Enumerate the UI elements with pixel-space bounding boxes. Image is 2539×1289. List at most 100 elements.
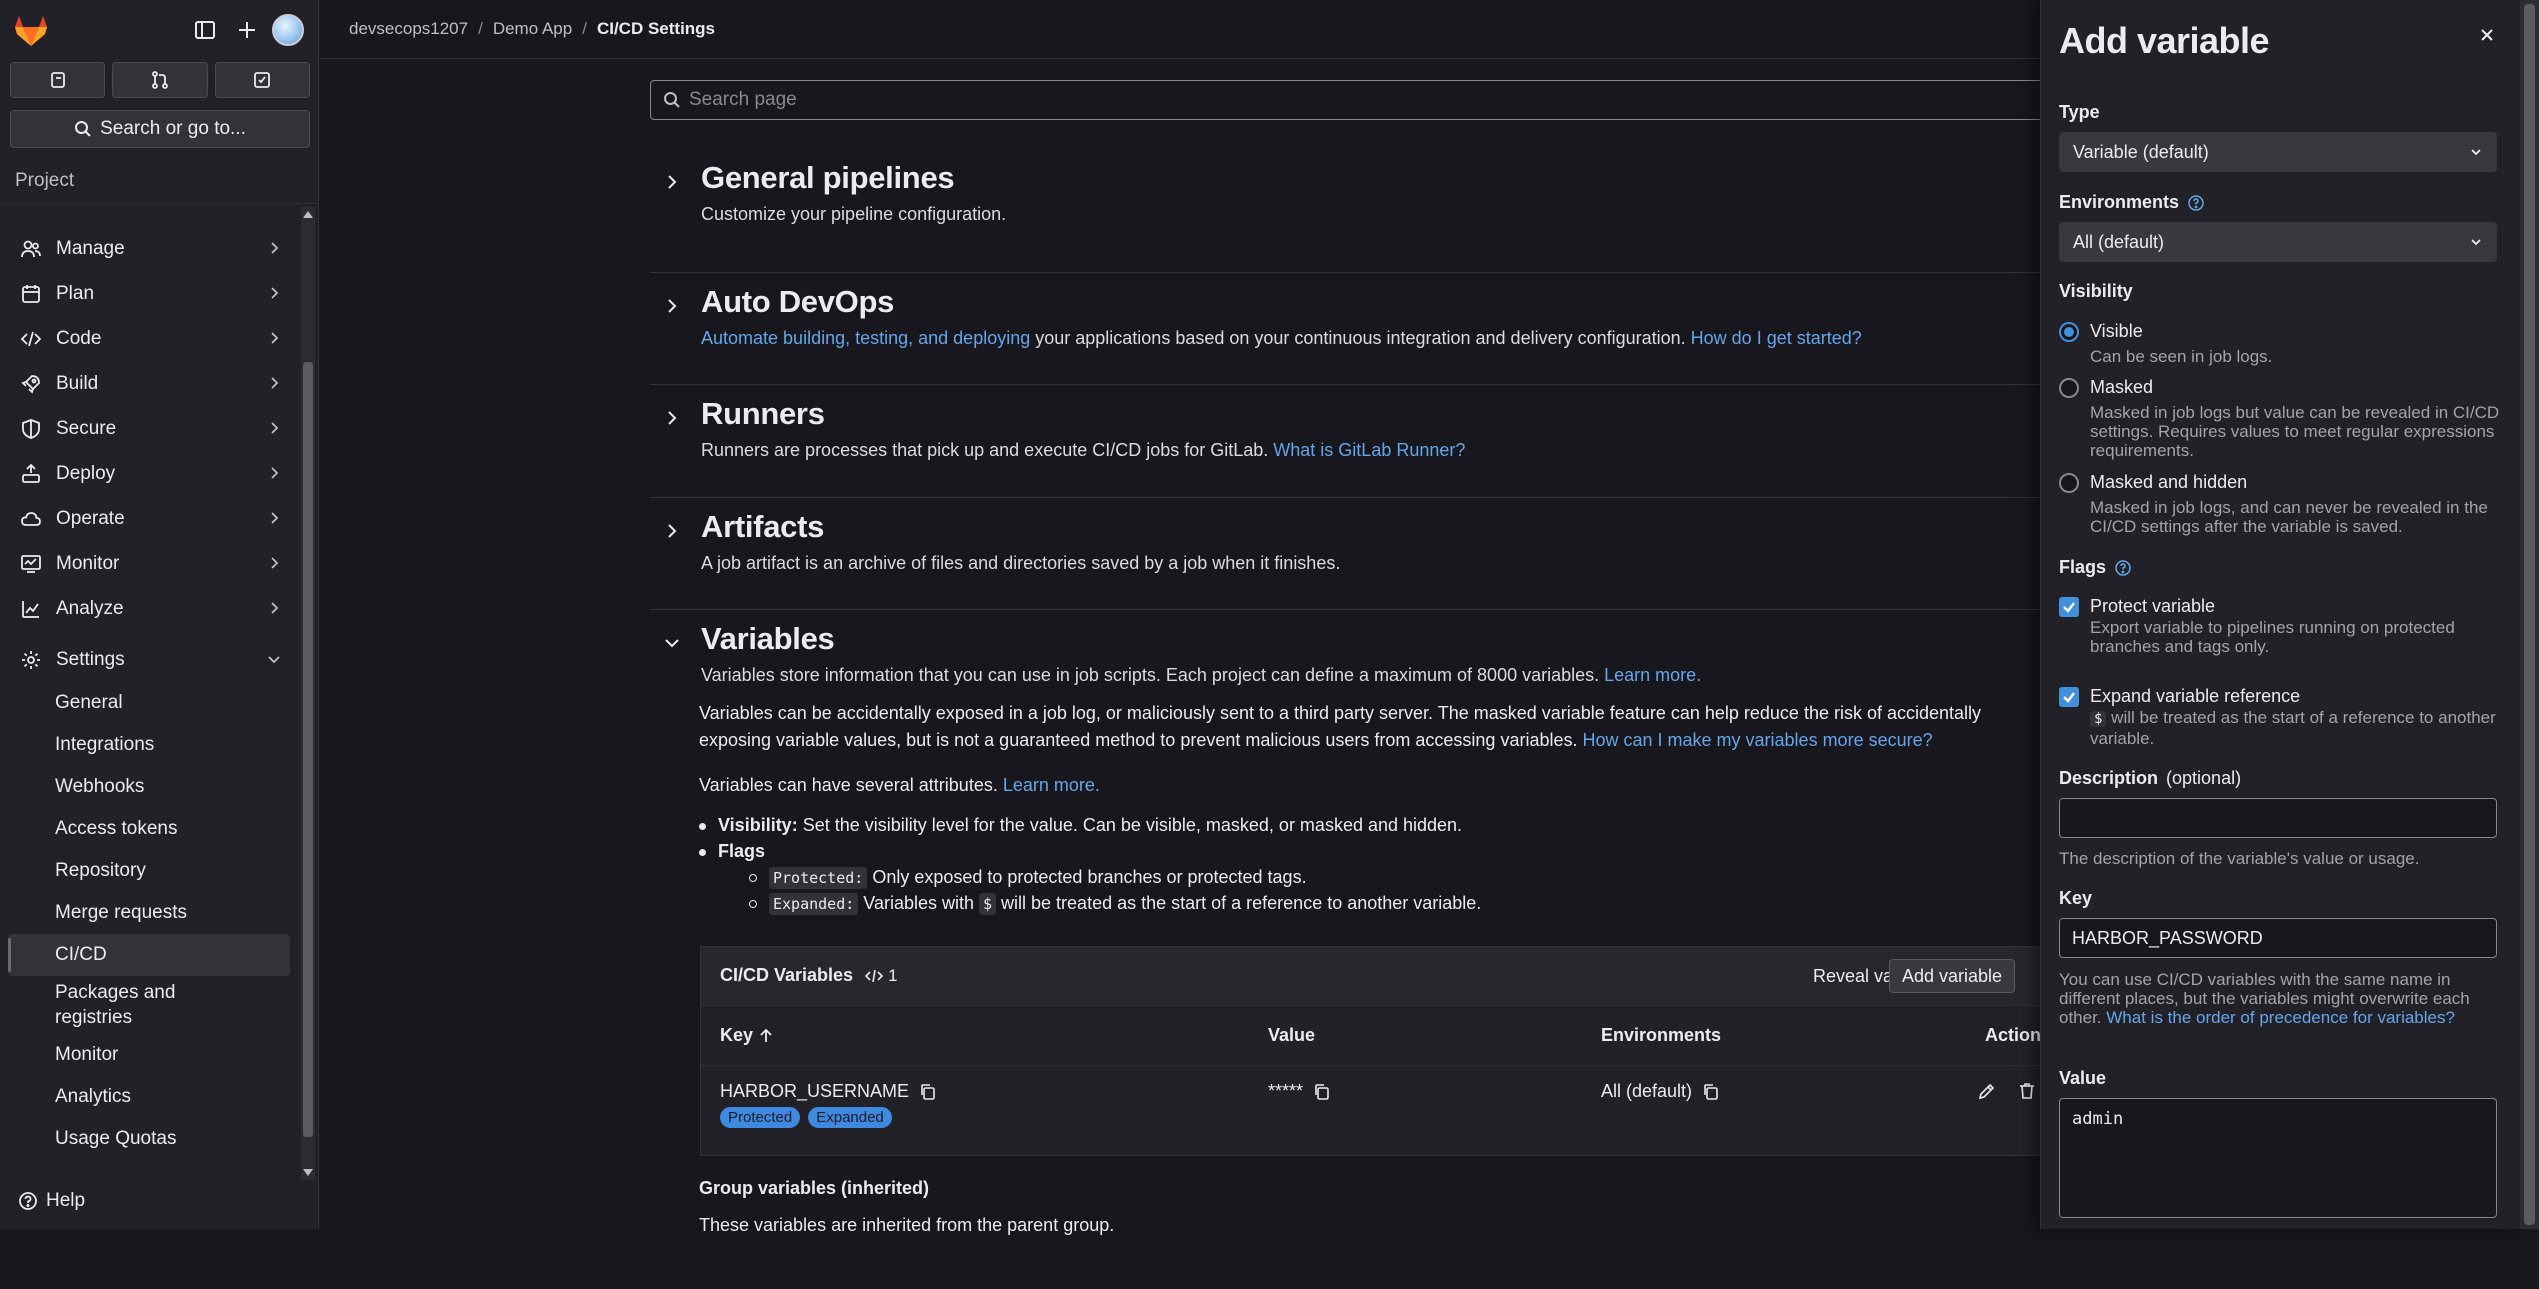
bullet-ring — [749, 900, 757, 909]
edit-pencil-icon[interactable] — [1977, 1081, 1997, 1101]
protect-variable-help: Export variable to pipelines running on … — [2090, 618, 2455, 656]
help-button[interactable]: Help — [18, 1190, 85, 1212]
gitlab-logo-icon[interactable] — [12, 12, 50, 48]
visibility-visible-radio[interactable] — [2059, 322, 2079, 342]
chevron-down-icon[interactable] — [662, 633, 682, 653]
sidebar-item-analyze[interactable]: Analyze — [0, 586, 296, 631]
todos-tab[interactable] — [214, 62, 310, 98]
settings-sub-integrations[interactable]: Integrations — [0, 724, 296, 766]
sidebar-scroll-thumb[interactable] — [303, 362, 313, 1137]
section-description: A job artifact is an archive of files an… — [701, 553, 1341, 573]
expand-variable-title[interactable]: Expand variable reference — [2090, 686, 2300, 707]
user-avatar[interactable] — [272, 14, 304, 46]
plus-icon[interactable] — [234, 17, 260, 43]
add-variable-button[interactable]: Add variable — [1889, 959, 2016, 993]
settings-sub-access-tokens[interactable]: Access tokens — [0, 808, 296, 850]
breadcrumb-current[interactable]: CI/CD Settings — [597, 19, 715, 39]
protect-variable-title[interactable]: Protect variable — [2090, 596, 2215, 617]
environments-select[interactable]: All (default) — [2059, 222, 2497, 262]
issues-tab[interactable] — [10, 62, 106, 98]
section-title[interactable]: General pipelines — [701, 160, 955, 196]
key-input[interactable]: HARBOR_PASSWORD — [2059, 918, 2497, 958]
sidebar-item-deploy[interactable]: Deploy — [0, 451, 296, 496]
chevron-right-icon[interactable] — [662, 172, 682, 192]
copy-icon[interactable] — [1313, 1083, 1331, 1101]
type-select-value: Variable (default) — [2073, 141, 2209, 162]
attributes-learn-more-link[interactable]: Learn more. — [1003, 775, 1100, 795]
visibility-masked-hidden-radio[interactable] — [2059, 473, 2079, 493]
sidebar-header — [0, 0, 318, 58]
search-icon — [664, 92, 680, 108]
breadcrumb-separator: / — [582, 19, 587, 38]
description-input[interactable] — [2059, 798, 2497, 838]
sidebar-item-plan[interactable]: Plan — [0, 271, 296, 316]
settings-sub-general[interactable]: General — [0, 682, 296, 724]
settings-sub-packages[interactable]: Packages and registries — [0, 976, 220, 1034]
visibility-visible-title[interactable]: Visible — [2090, 321, 2143, 342]
settings-sub-merge-requests[interactable]: Merge requests — [0, 892, 296, 934]
scroll-down-arrow-icon[interactable] — [303, 1169, 313, 1176]
sidebar-scrollbar[interactable] — [301, 207, 315, 1180]
chevron-right-icon[interactable] — [662, 408, 682, 428]
chevron-right-icon[interactable] — [662, 296, 682, 316]
settings-sub-monitor[interactable]: Monitor — [0, 1034, 296, 1076]
page-search-input[interactable]: Search page — [650, 80, 2050, 120]
section-title[interactable]: Variables — [701, 621, 835, 657]
breadcrumb-group[interactable]: devsecops1207 — [349, 19, 468, 39]
column-key[interactable]: Key — [720, 1025, 773, 1046]
rocket-icon — [21, 374, 40, 394]
visibility-masked-hidden-title[interactable]: Masked and hidden — [2090, 472, 2247, 493]
global-search-button[interactable]: Search or go to... — [10, 110, 310, 148]
expand-variable-checkbox[interactable] — [2059, 687, 2079, 707]
value-textarea[interactable]: admin — [2059, 1098, 2497, 1218]
get-started-link[interactable]: How do I get started? — [1691, 328, 1862, 348]
precedence-link[interactable]: What is the order of precedence for vari… — [2106, 1008, 2455, 1027]
merge-requests-tab[interactable] — [112, 62, 208, 98]
trash-icon[interactable] — [2017, 1081, 2037, 1101]
settings-sub-webhooks[interactable]: Webhooks — [0, 766, 296, 808]
breadcrumb-project[interactable]: Demo App — [493, 19, 572, 39]
page-scroll-thumb[interactable] — [2524, 4, 2535, 1225]
protect-variable-checkbox[interactable] — [2059, 597, 2079, 617]
close-icon[interactable] — [2476, 24, 2498, 46]
learn-more-link[interactable]: Learn more. — [1604, 665, 1701, 685]
protected-text: Only exposed to protected branches or pr… — [867, 867, 1307, 887]
sidebar-item-manage[interactable]: Manage — [0, 226, 296, 271]
section-title[interactable]: Runners — [701, 396, 825, 432]
visibility-masked-title[interactable]: Masked — [2090, 377, 2153, 398]
visibility-masked-help: Masked in job logs but value can be reve… — [2090, 403, 2500, 460]
sidebar-item-settings[interactable]: Settings — [0, 637, 296, 682]
settings-sub-cicd[interactable]: CI/CD — [8, 934, 290, 976]
expand-variable-help: $ will be treated as the start of a refe… — [2090, 708, 2500, 748]
sidebar-item-monitor[interactable]: Monitor — [0, 541, 296, 586]
settings-sub-usage-quotas[interactable]: Usage Quotas — [0, 1118, 296, 1160]
visibility-masked-radio[interactable] — [2059, 378, 2079, 398]
help-question-icon[interactable] — [2187, 194, 2205, 212]
sidebar-item-operate[interactable]: Operate — [0, 496, 296, 541]
settings-sub-analytics[interactable]: Analytics — [0, 1076, 296, 1118]
checkmark-icon — [2063, 602, 2075, 613]
help-question-icon[interactable] — [2114, 559, 2132, 577]
what-is-runner-link[interactable]: What is GitLab Runner? — [1273, 440, 1465, 460]
settings-sub-repository[interactable]: Repository — [0, 850, 296, 892]
sidebar-item-secure[interactable]: Secure — [0, 406, 296, 451]
secure-variables-link[interactable]: How can I make my variables more secure? — [1582, 730, 1932, 750]
sidebar-item-code[interactable]: Code — [0, 316, 296, 361]
table-row: HARBOR_USERNAME Protected Expanded *****… — [701, 1065, 2049, 1155]
copy-icon[interactable] — [919, 1083, 937, 1101]
chevron-right-icon[interactable] — [662, 521, 682, 541]
page-scrollbar[interactable] — [2520, 0, 2539, 1229]
bullet-dot — [699, 822, 706, 830]
copy-icon[interactable] — [1702, 1083, 1720, 1101]
auto-devops-link[interactable]: Automate building, testing, and deployin… — [701, 328, 1030, 348]
section-title[interactable]: Auto DevOps — [701, 284, 894, 320]
sidebar-item-build[interactable]: Build — [0, 361, 296, 406]
chevron-down-icon — [268, 656, 280, 664]
scroll-up-arrow-icon[interactable] — [303, 211, 313, 218]
sidebar-item-label: Deploy — [56, 462, 116, 484]
type-select[interactable]: Variable (default) — [2059, 132, 2497, 172]
sidebar-toggle-icon[interactable] — [192, 17, 218, 43]
section-title[interactable]: Artifacts — [701, 509, 824, 545]
code-icon — [865, 969, 884, 982]
bullet-ring — [749, 874, 757, 883]
